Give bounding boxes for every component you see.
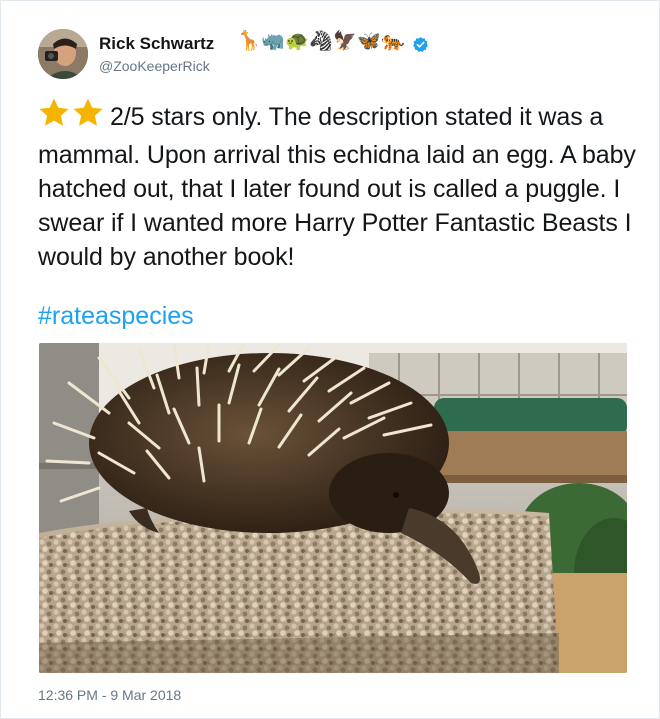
- avatar-image: [38, 29, 88, 79]
- star-icons: [39, 98, 103, 126]
- user-handle[interactable]: @ZooKeeperRick: [99, 58, 210, 74]
- avatar[interactable]: [38, 29, 88, 79]
- tweet-timestamp[interactable]: 12:36 PM - 9 Mar 2018: [38, 687, 181, 703]
- star-icon: [73, 98, 103, 126]
- display-name[interactable]: Rick Schwartz: [99, 34, 214, 54]
- eagle-icon: 🦅: [333, 31, 357, 52]
- tweet-body-text: 2/5 stars only. The description stated i…: [38, 103, 636, 271]
- turtle-icon: 🐢: [285, 31, 309, 52]
- zebra-icon: 🦓: [309, 31, 333, 52]
- hashtag-link[interactable]: #rateaspecies: [38, 299, 194, 333]
- giraffe-icon: 🦒: [237, 31, 261, 52]
- verified-badge-icon: [408, 34, 432, 52]
- rating-stars: [38, 97, 106, 138]
- rhino-icon: 🦏: [261, 31, 285, 52]
- tweet-text: 2/5 stars only. The description stated i…: [38, 97, 638, 274]
- tiger-icon: 🐅: [381, 31, 405, 52]
- butterfly-icon: 🦋: [357, 31, 381, 52]
- star-icon: [39, 98, 69, 126]
- tweet-card: Rick Schwartz 🦒 🦏 🐢 🦓 🦅 🦋 🐅 @ZooKeeperRi…: [0, 0, 660, 719]
- name-emoji-row: 🦒 🦏 🐢 🦓 🦅 🦋 🐅: [237, 28, 432, 56]
- tweet-photo[interactable]: [39, 343, 627, 673]
- echidna-photo: [39, 343, 627, 673]
